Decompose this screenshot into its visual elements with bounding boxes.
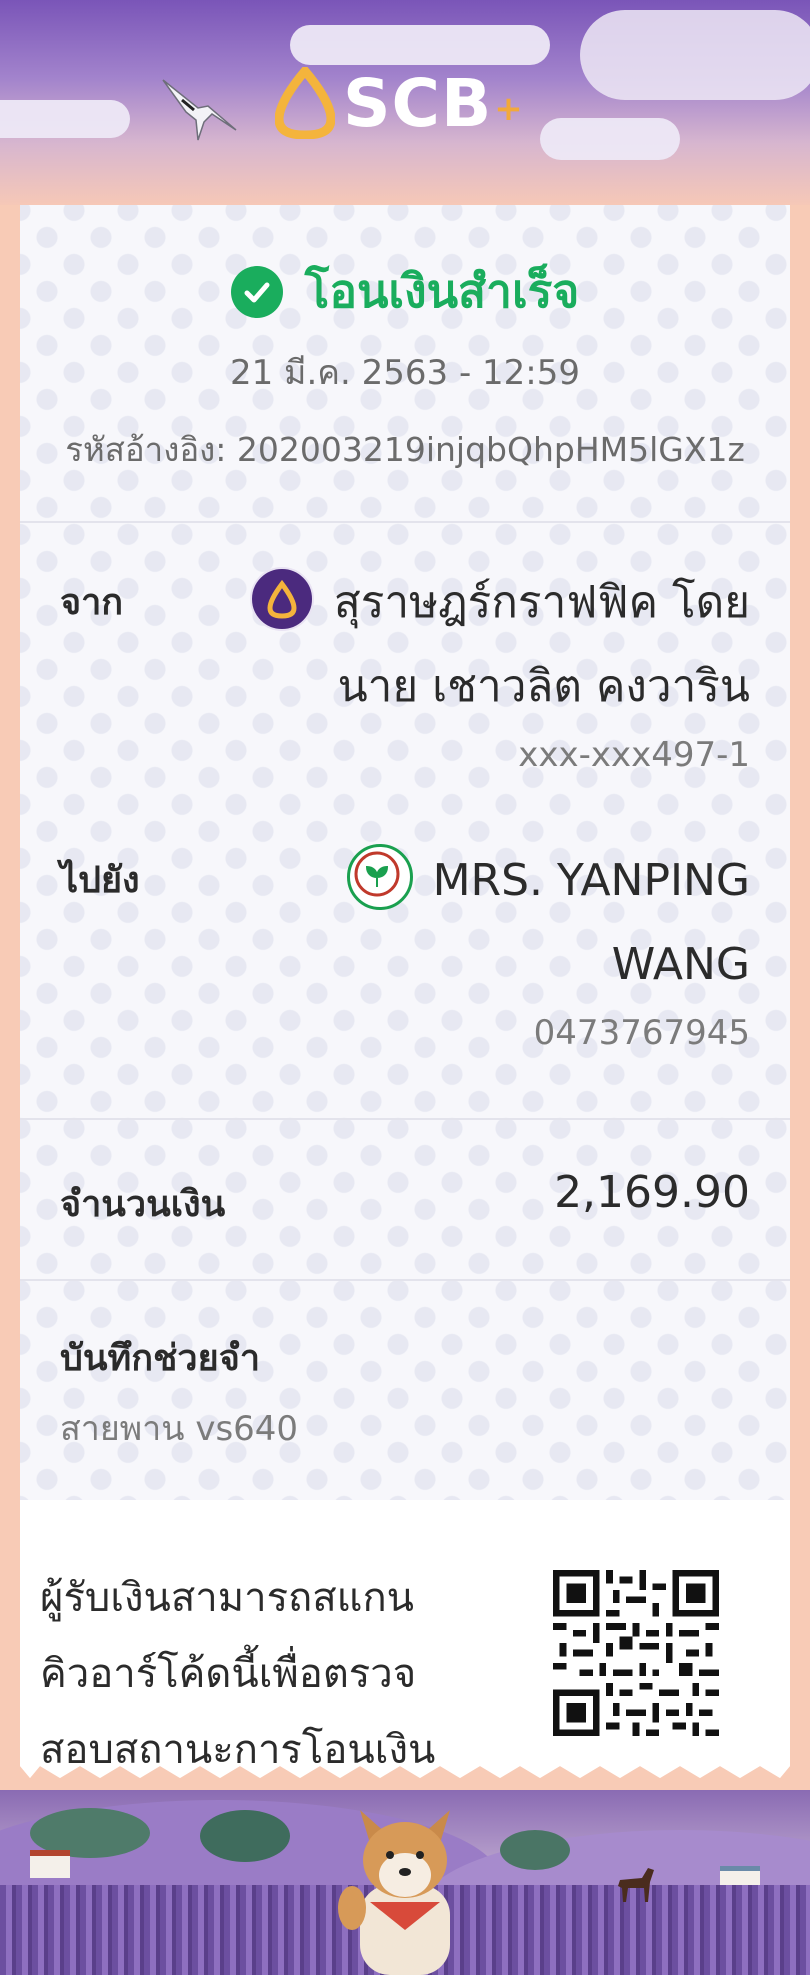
transaction-datetime: 21 มี.ค. 2563 - 12:59 [229,353,581,393]
reference-label: รหัสอ้างอิง: [65,430,227,469]
kbank-bank-icon [346,844,413,910]
house [30,1850,70,1878]
from-name-line1: สุราษฎร์กราฟฟิค โดย [333,577,750,628]
tree-cluster [200,1810,290,1862]
scb-logo-icon [275,67,335,139]
from-block: สุราษฎร์กราฟฟิค โดย นาย เชาวลิต คงวาริน … [249,561,750,775]
from-account: xxx-xxx497-1 [518,735,750,775]
to-label: ไปยัง [60,860,140,901]
shiba-dog-mascot [338,1810,450,1975]
memo-label: บันทึกช่วยจำ [60,1338,261,1379]
from-label: จาก [60,582,124,623]
qr-instruction-line1: ผู้รับเงินสามารถสแกน [40,1575,415,1621]
reference-line: รหัสอ้างอิง: 202003219injqbQhpHM5lGX1z [20,423,790,476]
amount-value: 2,169.90 [554,1167,750,1218]
to-account: 0473767945 [533,1013,750,1053]
divider [20,521,790,523]
horse-icon [618,1868,654,1902]
to-block: MRS. YANPING WANG 0473767945 [346,839,750,1053]
tree-cluster [500,1830,570,1870]
header-banner: SCB + [0,0,810,205]
cloud [540,118,680,160]
status-text: โอนเงินสำเร็จ [304,264,580,318]
cloud [0,100,130,138]
from-name-line2: นาย เชาวลิต คงวาริน [337,661,750,712]
to-name-line1: MRS. YANPING [432,855,750,906]
reference-value: 202003219injqbQhpHM5lGX1z [236,430,745,469]
divider [20,1279,790,1281]
qr-instruction: ผู้รับเงินสามารถสแกน คิวอาร์โค้ดนี้เพื่อ… [40,1560,435,1788]
qr-code-icon[interactable] [553,1570,719,1736]
brand-plus: + [494,89,523,129]
to-name-line2: WANG [611,939,750,990]
scb-bank-icon [249,567,314,631]
scb-logo: SCB + [275,58,523,148]
qr-instruction-line2: คิวอาร์โค้ดนี้เพื่อตรวจ [40,1651,417,1697]
status-row: โอนเงินสำเร็จ [20,255,790,328]
divider [20,1118,790,1120]
memo-value: สายพาน vs640 [60,1409,299,1449]
amount-label: จำนวนเงิน [60,1184,226,1225]
cloud [580,10,810,100]
scenery-footer [0,1790,810,1975]
brand-name: SCB [343,64,493,142]
receipt-zigzag-edge [0,1766,810,1792]
check-circle-icon [230,265,283,318]
bird-icon [162,79,237,141]
